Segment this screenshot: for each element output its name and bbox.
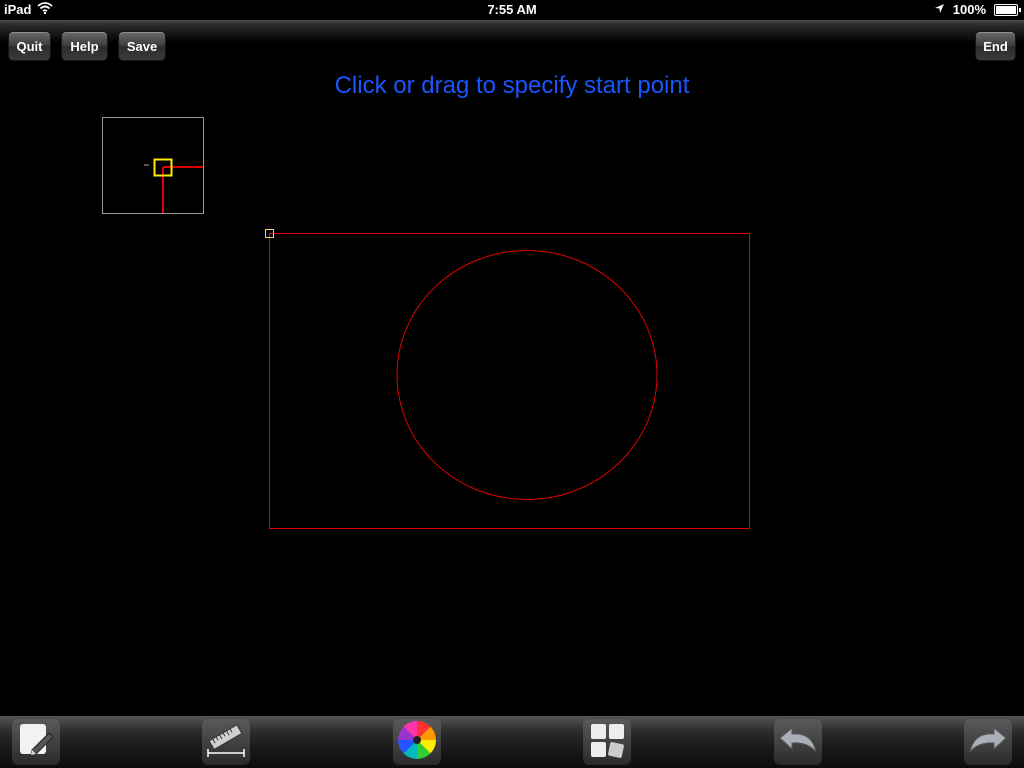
pencil-icon (16, 720, 56, 765)
top-toolbar: Quit Help Save End (0, 20, 1024, 72)
status-bar: iPad 7:55 AM 100% (0, 0, 1024, 20)
layers-tool-button[interactable] (583, 719, 631, 765)
help-button[interactable]: Help (61, 31, 108, 61)
bottom-toolbar (0, 716, 1024, 768)
undo-icon (776, 722, 820, 763)
drawing-canvas[interactable] (0, 90, 1024, 715)
quit-button[interactable]: Quit (8, 31, 51, 61)
ruler-icon (204, 720, 248, 765)
battery-percent: 100% (952, 2, 986, 17)
grid-icon (587, 720, 627, 765)
color-wheel-icon (396, 719, 438, 766)
battery-icon (994, 3, 1021, 16)
redo-icon (966, 722, 1010, 763)
location-arrow-icon (934, 2, 945, 17)
undo-tool-button[interactable] (774, 719, 822, 765)
measure-tool-button[interactable] (202, 719, 250, 765)
draw-tool-button[interactable] (12, 719, 60, 765)
redo-tool-button[interactable] (964, 719, 1012, 765)
color-tool-button[interactable] (393, 719, 441, 765)
end-button[interactable]: End (975, 31, 1016, 61)
save-button[interactable]: Save (118, 31, 166, 61)
clock: 7:55 AM (487, 2, 537, 17)
